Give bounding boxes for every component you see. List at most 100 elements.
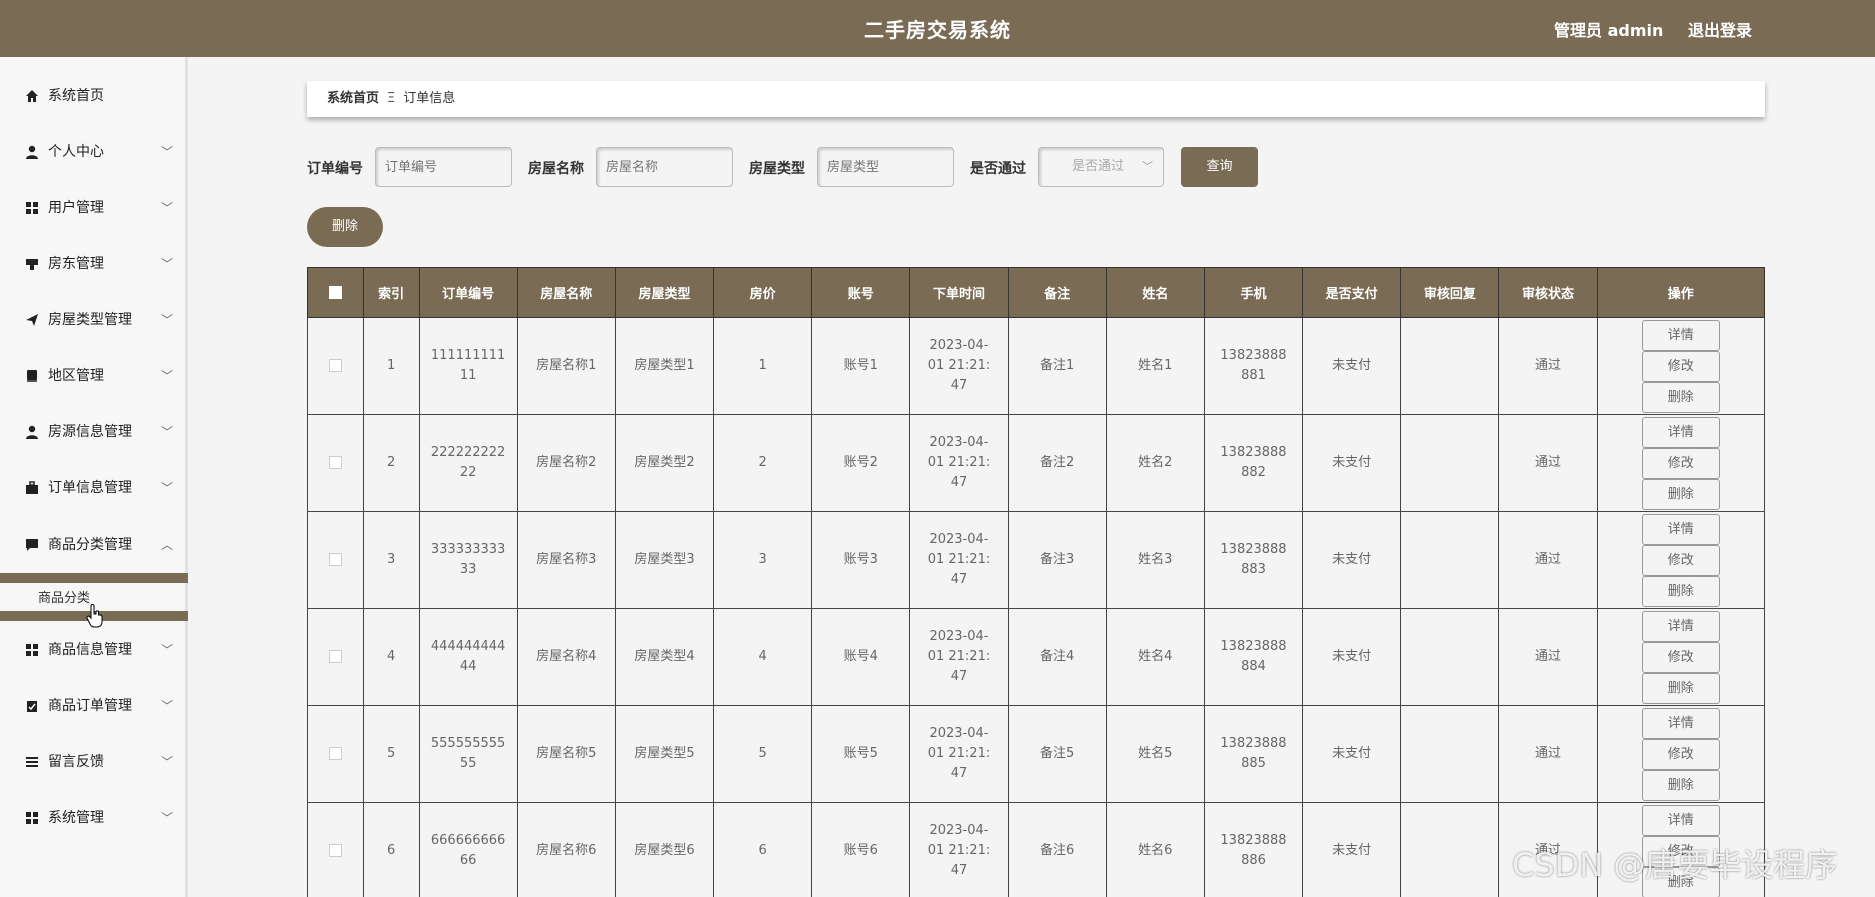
detail-button[interactable]: 详情 bbox=[1641, 319, 1720, 351]
table-cell: 房屋名称4 bbox=[516, 608, 616, 706]
order-no-line: 222222222 bbox=[430, 445, 506, 460]
table-cell: 备注4 bbox=[1007, 608, 1107, 706]
row-select-cell[interactable] bbox=[307, 511, 364, 609]
table-cell: 13823888 881 bbox=[1203, 317, 1304, 415]
row-checkbox[interactable] bbox=[328, 650, 342, 663]
table-cell: 2023-04- 01 21:21: 47 bbox=[909, 608, 1009, 706]
table-cell: 姓名5 bbox=[1105, 705, 1205, 803]
row-select-cell[interactable] bbox=[307, 414, 364, 512]
house-name: 房屋名称4 bbox=[536, 649, 597, 664]
payment-status: 未支付 bbox=[1332, 649, 1372, 664]
detail-button[interactable]: 详情 bbox=[1641, 513, 1720, 545]
table-cell: 3 bbox=[713, 511, 813, 609]
table-cell: 通过 bbox=[1498, 317, 1598, 415]
edit-button[interactable]: 修改 bbox=[1641, 544, 1720, 576]
edit-button[interactable]: 修改 bbox=[1641, 350, 1720, 382]
edit-button[interactable]: 修改 bbox=[1641, 447, 1720, 479]
row-select-cell[interactable] bbox=[307, 317, 364, 415]
remark: 备注3 bbox=[1040, 552, 1075, 567]
sidebar-item-users[interactable]: 用户管理 ﹀ bbox=[0, 188, 188, 228]
breadcrumb-current: 订单信息 bbox=[403, 91, 456, 106]
order-time-line: 47 bbox=[950, 475, 968, 490]
remark: 备注6 bbox=[1040, 843, 1075, 858]
query-button[interactable]: 查询 bbox=[1181, 147, 1258, 187]
delete-button[interactable]: 删除 bbox=[1641, 575, 1720, 607]
sidebar-item-feedback[interactable]: 留言反馈 ﹀ bbox=[0, 742, 188, 782]
sidebar-item-regions[interactable]: 地区管理 ﹀ bbox=[0, 356, 188, 396]
table-cell: 333333333 33 bbox=[418, 511, 518, 609]
row-select-cell[interactable] bbox=[307, 608, 364, 706]
sidebar-item-personal[interactable]: 个人中心 ﹀ bbox=[0, 132, 188, 172]
table-cell: 2023-04- 01 21:21: 47 bbox=[909, 705, 1009, 803]
chevron-down-icon: ﹀ bbox=[161, 755, 174, 769]
row-select-cell[interactable] bbox=[307, 705, 364, 803]
detail-button[interactable]: 详情 bbox=[1641, 804, 1720, 836]
sidebar-item-system[interactable]: 系统管理 ﹀ bbox=[0, 798, 188, 838]
review-status: 通过 bbox=[1535, 649, 1562, 664]
sidebar-item-label: 商品分类管理 bbox=[48, 537, 132, 553]
table-cell: 2023-04- 01 21:21: 47 bbox=[909, 511, 1009, 609]
row-checkbox[interactable] bbox=[328, 844, 342, 857]
payment-status: 未支付 bbox=[1332, 746, 1372, 761]
detail-button[interactable]: 详情 bbox=[1641, 610, 1720, 642]
grid-icon bbox=[26, 644, 38, 656]
sidebar-item-label: 商品信息管理 bbox=[48, 642, 132, 658]
logout-link[interactable]: 退出登录 bbox=[1688, 17, 1752, 41]
detail-button[interactable]: 详情 bbox=[1641, 707, 1720, 739]
house-name-input[interactable] bbox=[596, 147, 733, 187]
delete-button[interactable]: 删除 bbox=[1641, 769, 1720, 801]
row-select-cell[interactable] bbox=[307, 802, 364, 897]
table-cell: 13823888 882 bbox=[1203, 414, 1304, 512]
person-name: 姓名2 bbox=[1138, 455, 1173, 470]
sidebar-item-home[interactable]: 系统首页 bbox=[0, 76, 188, 116]
table-cell bbox=[1400, 414, 1500, 512]
order-time-line: 01 21:21: bbox=[927, 455, 991, 470]
phone-line: 13823888 bbox=[1220, 736, 1287, 751]
delete-button[interactable]: 删除 bbox=[1641, 381, 1720, 413]
house-type: 房屋类型1 bbox=[634, 358, 695, 373]
table-cell: 通过 bbox=[1498, 511, 1598, 609]
order-no-input[interactable] bbox=[375, 147, 512, 187]
column-header: 审核回复 bbox=[1400, 267, 1500, 318]
table-cell: 房屋类型2 bbox=[614, 414, 715, 512]
table-cell: 未支付 bbox=[1302, 802, 1402, 897]
phone-line: 13823888 bbox=[1220, 833, 1287, 848]
passed-select[interactable]: 是否通过 ﹀ bbox=[1038, 147, 1164, 187]
order-time-line: 2023-04- bbox=[929, 629, 989, 644]
row-checkbox[interactable] bbox=[328, 747, 342, 760]
sidebar: 系统首页 个人中心 ﹀ 用户管理 ﹀ 房东管理 ﹀ 房屋类型管理 ﹀ 地区管理 … bbox=[0, 57, 188, 897]
house-type: 房屋类型2 bbox=[634, 455, 695, 470]
house-type-input[interactable] bbox=[817, 147, 954, 187]
sidebar-item-goods-info[interactable]: 商品信息管理 ﹀ bbox=[0, 630, 188, 670]
sidebar-item-orders[interactable]: 订单信息管理 ﹀ bbox=[0, 468, 188, 508]
row-checkbox[interactable] bbox=[328, 553, 342, 566]
house-type: 房屋类型4 bbox=[634, 649, 695, 664]
sidebar-item-goods-categories[interactable]: 商品分类管理 ︿ bbox=[0, 525, 188, 565]
order-no-line: 666666666 bbox=[430, 833, 506, 848]
sidebar-item-label: 地区管理 bbox=[48, 368, 104, 384]
delete-button[interactable]: 删除 bbox=[1641, 478, 1720, 510]
table-cell: 通过 bbox=[1498, 414, 1598, 512]
sidebar-item-landlords[interactable]: 房东管理 ﹀ bbox=[0, 244, 188, 284]
edit-button[interactable]: 修改 bbox=[1641, 738, 1720, 770]
table-cell: 1 bbox=[713, 317, 813, 415]
table-cell: 555555555 55 bbox=[418, 705, 518, 803]
column-header: 姓名 bbox=[1105, 267, 1205, 318]
house-name: 房屋名称1 bbox=[536, 358, 597, 373]
detail-button[interactable]: 详情 bbox=[1641, 416, 1720, 448]
sidebar-item-listings[interactable]: 房源信息管理 ﹀ bbox=[0, 412, 188, 452]
select-all-cell[interactable] bbox=[307, 267, 364, 318]
select-all-checkbox[interactable] bbox=[328, 286, 342, 299]
edit-button[interactable]: 修改 bbox=[1641, 641, 1720, 673]
chevron-down-icon: ﹀ bbox=[161, 145, 174, 159]
sidebar-item-goods-orders[interactable]: 商品订单管理 ﹀ bbox=[0, 686, 188, 726]
breadcrumb-home[interactable]: 系统首页 bbox=[327, 91, 379, 106]
table-cell: 账号3 bbox=[811, 511, 911, 609]
grid-icon bbox=[26, 812, 38, 824]
row-checkbox[interactable] bbox=[328, 456, 342, 469]
sidebar-item-house-types[interactable]: 房屋类型管理 ﹀ bbox=[0, 300, 188, 340]
delete-button[interactable]: 删除 bbox=[1641, 672, 1720, 704]
column-header: 手机 bbox=[1203, 267, 1304, 318]
batch-delete-button[interactable]: 删除 bbox=[307, 207, 383, 247]
row-checkbox[interactable] bbox=[328, 359, 342, 372]
